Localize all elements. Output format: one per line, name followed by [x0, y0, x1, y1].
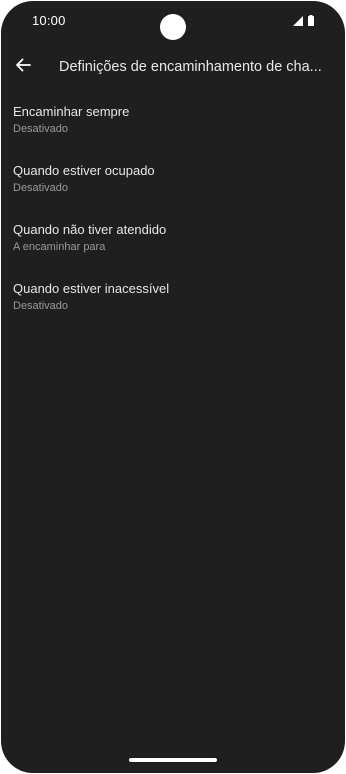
camera-cutout [160, 14, 186, 40]
battery-icon [308, 15, 314, 26]
setting-forward-when-unreachable[interactable]: Quando estiver inacessível Desativado [1, 274, 345, 333]
setting-always-forward[interactable]: Encaminhar sempre Desativado [1, 97, 345, 156]
setting-summary: Desativado [13, 123, 69, 135]
status-time: 10:00 [32, 13, 66, 28]
setting-summary: Desativado [13, 300, 69, 312]
setting-title: Encaminhar sempre [13, 104, 130, 119]
setting-title: Quando estiver inacessível [13, 281, 170, 296]
app-bar: Definições de encaminhamento de cha... [1, 47, 345, 87]
setting-forward-when-busy[interactable]: Quando estiver ocupado Desativado [1, 156, 345, 215]
setting-title: Quando estiver ocupado [13, 163, 155, 178]
home-indicator[interactable] [129, 758, 217, 762]
setting-summary: A encaminhar para [13, 241, 106, 253]
signal-icon [293, 16, 303, 26]
phone-screen: 10:00 Definições de encaminhamento de ch… [1, 1, 345, 773]
back-button[interactable] [11, 53, 35, 77]
status-bar: 10:00 [1, 1, 345, 41]
setting-summary: Desativado [13, 182, 69, 194]
setting-forward-when-unanswered[interactable]: Quando não tiver atendido A encaminhar p… [1, 215, 345, 274]
arrow-left-icon [16, 58, 31, 72]
page-title: Definições de encaminhamento de cha... [59, 59, 322, 75]
setting-title: Quando não tiver atendido [13, 222, 167, 237]
settings-list: Encaminhar sempre Desativado Quando esti… [1, 97, 345, 333]
